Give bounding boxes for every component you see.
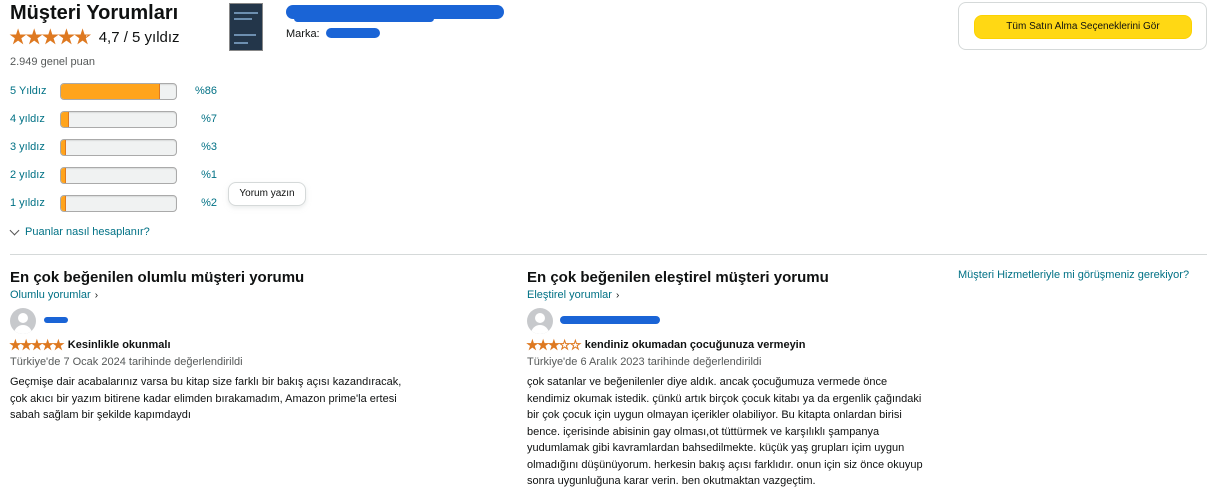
positive-review-date: Türkiye'de 7 Ocak 2024 tarihinde değerle… [10, 356, 243, 368]
how-calculated-link[interactable]: Puanlar nasıl hesaplanır? [9, 225, 150, 238]
average-stars: ★★★★★ ★★★★★ [10, 27, 92, 47]
brand-label: Marka: [286, 28, 320, 40]
write-review-button[interactable]: Yorum yazın [228, 182, 306, 206]
how-calculated-label: Puanlar nasıl hesaplanır? [25, 226, 150, 238]
reviewer-avatar [10, 308, 36, 334]
positive-review-body: Geçmişe dair acabalarınız varsa bu kitap… [10, 374, 450, 424]
review-body-line: sonra uygunluğuna karar verin. ben okutm… [527, 475, 816, 487]
histogram-bar-fill [61, 83, 160, 99]
histogram-row[interactable]: 1 yıldız %2 [10, 193, 217, 213]
redacted-brand-name [326, 28, 380, 38]
histogram-bar[interactable] [60, 138, 177, 156]
histogram-percent[interactable]: %2 [177, 197, 217, 209]
chevron-right-icon: › [94, 290, 99, 301]
review-body-line: Geçmişe dair acabalarınız varsa bu kitap… [10, 376, 402, 388]
histogram-label[interactable]: 4 yıldız [10, 113, 60, 125]
review-body-line: çok akıcı bir yazım bitirene kadar elimd… [10, 392, 397, 405]
redacted-reviewer-name[interactable] [44, 317, 68, 323]
customer-service-link[interactable]: Müşteri Hizmetleriyle mi görüşmeniz gere… [958, 269, 1189, 281]
histogram-label[interactable]: 3 yıldız [10, 141, 60, 153]
positive-rating-row: ★★★★★ ★★★★★ Kesinlikle okunmalı [10, 338, 171, 352]
positive-reviews-link[interactable]: Olumlu yorumlar › [10, 289, 98, 301]
histogram-bar[interactable] [60, 82, 177, 100]
histogram-row[interactable]: 3 yıldız %3 [10, 137, 217, 157]
histogram-bar-fill [61, 111, 70, 127]
histogram-bar-fill [61, 139, 66, 155]
average-rating-row: ★★★★★ ★★★★★ 4,7 / 5 yıldız [10, 27, 180, 47]
critical-rating-row: ★★★★★★★★★★ kendiniz okumadan çocuğunuza … [527, 338, 806, 352]
buying-options-box: Tüm Satın Alma Seçeneklerini Gör [958, 2, 1207, 50]
redacted-product-subtitle [294, 15, 434, 22]
histogram-label[interactable]: 5 Yıldız [10, 85, 60, 97]
total-ratings: 2.949 genel puan [10, 56, 96, 68]
histogram-bar[interactable] [60, 194, 177, 212]
positive-review-title[interactable]: Kesinlikle okunmalı [68, 339, 171, 351]
histogram-bar[interactable] [60, 110, 177, 128]
reviewer-avatar [527, 308, 553, 334]
critical-review-title[interactable]: kendiniz okumadan çocuğunuza vermeyin [585, 339, 806, 351]
critical-review-stars: ★★★★★★★★★★ [527, 338, 582, 352]
positive-review-stars: ★★★★★ ★★★★★ [10, 338, 65, 352]
histogram-percent[interactable]: %86 [177, 85, 217, 97]
histogram-row[interactable]: 5 Yıldız %86 [10, 81, 217, 101]
critical-review-heading: En çok beğenilen eleştirel müşteri yorum… [527, 269, 829, 286]
review-body-line: olmadığını düşünüyorum. herkesin bakış a… [527, 458, 923, 471]
review-body-line: kendimiz okumak istedik. çünkü artık bir… [527, 392, 922, 405]
chevron-down-icon [9, 225, 20, 235]
histogram-row[interactable]: 4 yıldız %7 [10, 109, 217, 129]
histogram-bar[interactable] [60, 166, 177, 184]
histogram-label[interactable]: 2 yıldız [10, 169, 60, 181]
positive-review-heading: En çok beğenilen olumlu müşteri yorumu [10, 269, 305, 286]
histogram-row[interactable]: 2 yıldız %1 [10, 165, 217, 185]
critical-reviews-link-label: Eleştirel yorumlar [527, 289, 612, 301]
review-body-line: çok satanlar ve beğenilenler diye aldık.… [527, 376, 888, 388]
product-thumbnail[interactable] [229, 3, 263, 51]
redacted-reviewer-name[interactable] [560, 316, 660, 324]
reviews-title: Müşteri Yorumları [10, 2, 179, 24]
critical-review-body: çok satanlar ve beğenilenler diye aldık.… [527, 374, 957, 490]
average-rating-text: 4,7 / 5 yıldız [98, 28, 180, 46]
review-body-line: sabah sağlam bir şekilde kapımdaydı [10, 409, 191, 421]
review-body-line: bence. içerisinde abisinin gay olması,ot… [527, 425, 880, 438]
chevron-right-icon: › [615, 290, 620, 301]
histogram-label[interactable]: 1 yıldız [10, 197, 60, 209]
critical-reviews-link[interactable]: Eleştirel yorumlar › [527, 289, 619, 301]
all-buying-options-button[interactable]: Tüm Satın Alma Seçeneklerini Gör [974, 15, 1192, 39]
section-divider [10, 254, 1207, 255]
histogram-bar-fill [61, 195, 66, 211]
review-body-line: yudumlamak gibi kavramlardan bahsedilmek… [527, 442, 905, 454]
histogram-percent[interactable]: %1 [177, 169, 217, 181]
histogram-bar-fill [61, 167, 66, 183]
review-body-line: bir çok çocuk için uygun olmayan içerikl… [527, 409, 902, 421]
positive-reviews-link-label: Olumlu yorumlar [10, 289, 91, 301]
critical-review-date: Türkiye'de 6 Aralık 2023 tarihinde değer… [527, 356, 762, 368]
histogram-percent[interactable]: %3 [177, 141, 217, 153]
histogram-percent[interactable]: %7 [177, 113, 217, 125]
